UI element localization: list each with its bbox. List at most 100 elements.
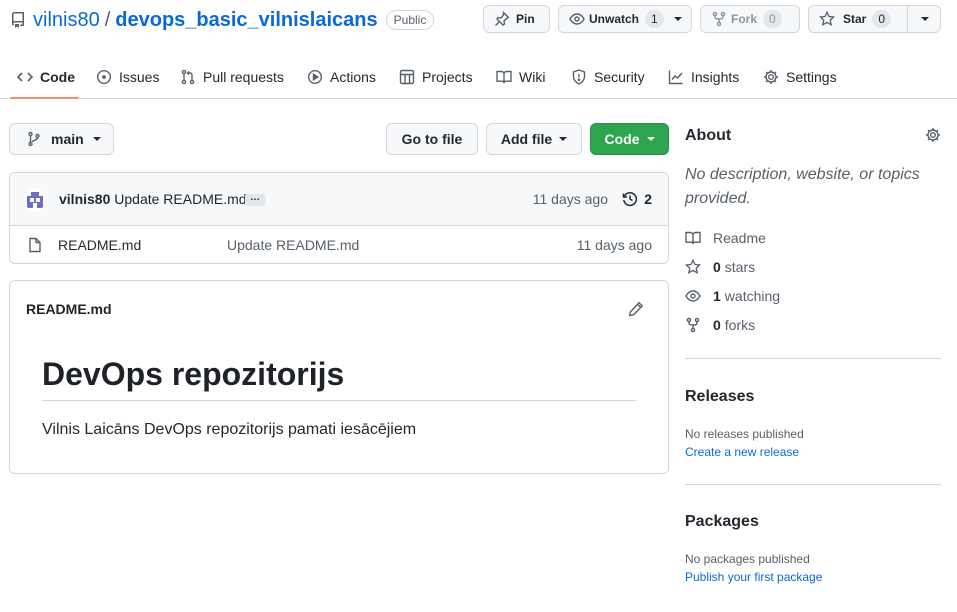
- tab-insights-label: Insights: [691, 69, 740, 85]
- tab-security[interactable]: Security: [571, 56, 645, 98]
- tab-pull-requests[interactable]: Pull requests: [180, 56, 284, 98]
- star-icon: [685, 259, 701, 275]
- tab-issues-label: Issues: [119, 69, 160, 85]
- readme-link-label: Readme: [713, 230, 766, 246]
- repo-nav: Code Issues Pull requests Actions Projec…: [0, 56, 957, 99]
- forks-label: forks: [724, 317, 756, 333]
- star-label: Star: [843, 12, 867, 26]
- commit-history-link[interactable]: 2: [622, 191, 652, 207]
- forks-link[interactable]: 0 forks: [685, 317, 755, 333]
- stars-count: 0: [713, 259, 721, 275]
- issue-icon: [96, 69, 112, 85]
- tab-code-label: Code: [40, 69, 75, 85]
- history-icon: [622, 191, 638, 207]
- releases-empty-text: No releases published: [685, 427, 804, 441]
- repo-icon: [10, 12, 26, 28]
- visibility-badge: Public: [385, 10, 435, 30]
- about-heading: About: [685, 127, 732, 144]
- tab-settings-label: Settings: [786, 69, 837, 85]
- about-settings-gear-icon[interactable]: [925, 127, 941, 143]
- book-icon: [496, 69, 512, 85]
- expand-commit-button[interactable]: …: [245, 193, 265, 206]
- file-time: 11 days ago: [576, 237, 652, 253]
- branch-icon: [26, 131, 42, 147]
- unwatch-label: Unwatch: [589, 12, 640, 26]
- readme-link[interactable]: Readme: [685, 230, 766, 246]
- eye-icon: [569, 11, 585, 27]
- book-icon: [685, 230, 701, 246]
- tab-code[interactable]: Code: [17, 56, 75, 98]
- file-row[interactable]: README.md Update README.md 11 days ago: [10, 226, 668, 263]
- stars-link[interactable]: 0 stars: [685, 259, 755, 275]
- unwatch-button[interactable]: Unwatch 1: [558, 5, 692, 33]
- tab-pull-requests-label: Pull requests: [203, 69, 284, 85]
- fork-button[interactable]: Fork 0: [700, 5, 800, 33]
- branch-select-button[interactable]: main: [9, 123, 114, 155]
- file-commit-message-link[interactable]: Update README.md: [227, 237, 359, 253]
- commit-author-link[interactable]: vilnis80: [59, 191, 110, 207]
- publish-package-link[interactable]: Publish your first package: [685, 570, 822, 584]
- chevron-down-icon: [559, 137, 568, 141]
- watching-label: watching: [724, 288, 781, 304]
- add-file-label: Add file: [500, 131, 553, 147]
- tab-actions-label: Actions: [330, 69, 376, 85]
- file-name-link[interactable]: README.md: [58, 237, 141, 253]
- pin-label: Pin: [516, 12, 535, 26]
- active-tab-underline: [10, 97, 79, 99]
- tab-issues[interactable]: Issues: [96, 56, 159, 98]
- readme-box: README.md DevOps repozitorijs Vilnis Lai…: [9, 280, 669, 474]
- readme-heading: DevOps repozitorijs: [42, 354, 636, 401]
- edit-pencil-icon[interactable]: [628, 301, 644, 317]
- repo-separator: /: [104, 9, 111, 31]
- star-button[interactable]: Star 0: [808, 5, 941, 33]
- repo-owner-link[interactable]: vilnis80: [33, 8, 100, 32]
- code-button[interactable]: Code: [590, 123, 669, 155]
- commit-time[interactable]: 11 days ago: [533, 191, 608, 207]
- fork-label: Fork: [731, 12, 758, 26]
- readme-filename[interactable]: README.md: [26, 301, 112, 317]
- star-counter: 0: [872, 10, 892, 28]
- eye-icon: [685, 288, 701, 304]
- packages-empty-text: No packages published: [685, 552, 810, 566]
- watching-count: 1: [713, 288, 721, 304]
- commit-summary: vilnis80 Update README.md: [59, 191, 247, 207]
- pull-request-icon: [180, 69, 196, 85]
- latest-commit-row: vilnis80 Update README.md … 11 days ago …: [10, 173, 668, 226]
- branch-name: main: [51, 131, 84, 147]
- about-description: No description, website, or topics provi…: [685, 166, 920, 207]
- tab-insights[interactable]: Insights: [668, 56, 739, 98]
- code-icon: [17, 69, 33, 85]
- tab-wiki[interactable]: Wiki: [496, 56, 545, 98]
- sidebar-divider: [685, 484, 941, 485]
- add-file-button[interactable]: Add file: [486, 123, 582, 155]
- code-label: Code: [604, 131, 640, 147]
- releases-heading[interactable]: Releases: [685, 388, 754, 406]
- fork-icon: [711, 11, 727, 27]
- star-dropdown-chevron-icon[interactable]: [921, 17, 929, 21]
- tab-wiki-label: Wiki: [519, 69, 546, 85]
- tab-settings[interactable]: Settings: [763, 56, 837, 98]
- tab-projects[interactable]: Projects: [399, 56, 473, 98]
- forks-count: 0: [713, 317, 721, 333]
- readme-paragraph: Vilnis Laicāns DevOps repozitorijs pamat…: [42, 421, 417, 438]
- repo-title: vilnis80 / devops_basic_vilnislaicans Pu…: [33, 8, 435, 32]
- packages-heading[interactable]: Packages: [685, 513, 759, 531]
- gear-icon: [763, 69, 779, 85]
- stars-label: stars: [724, 259, 756, 275]
- watch-counter: 1: [645, 10, 664, 28]
- play-icon: [307, 69, 323, 85]
- repo-name-link[interactable]: devops_basic_vilnislaicans: [115, 8, 377, 32]
- pin-button[interactable]: Pin: [483, 5, 550, 33]
- sidebar-divider: [685, 358, 941, 359]
- file-icon: [27, 237, 43, 253]
- tab-actions[interactable]: Actions: [307, 56, 376, 98]
- graph-icon: [668, 69, 684, 85]
- shield-icon: [571, 69, 587, 85]
- create-release-link[interactable]: Create a new release: [685, 445, 799, 459]
- commit-count: 2: [644, 191, 652, 207]
- fork-icon: [685, 317, 701, 333]
- watching-link[interactable]: 1 watching: [685, 288, 780, 304]
- avatar[interactable]: [24, 189, 46, 211]
- commit-message-link[interactable]: Update README.md: [114, 191, 246, 207]
- go-to-file-button[interactable]: Go to file: [386, 123, 478, 155]
